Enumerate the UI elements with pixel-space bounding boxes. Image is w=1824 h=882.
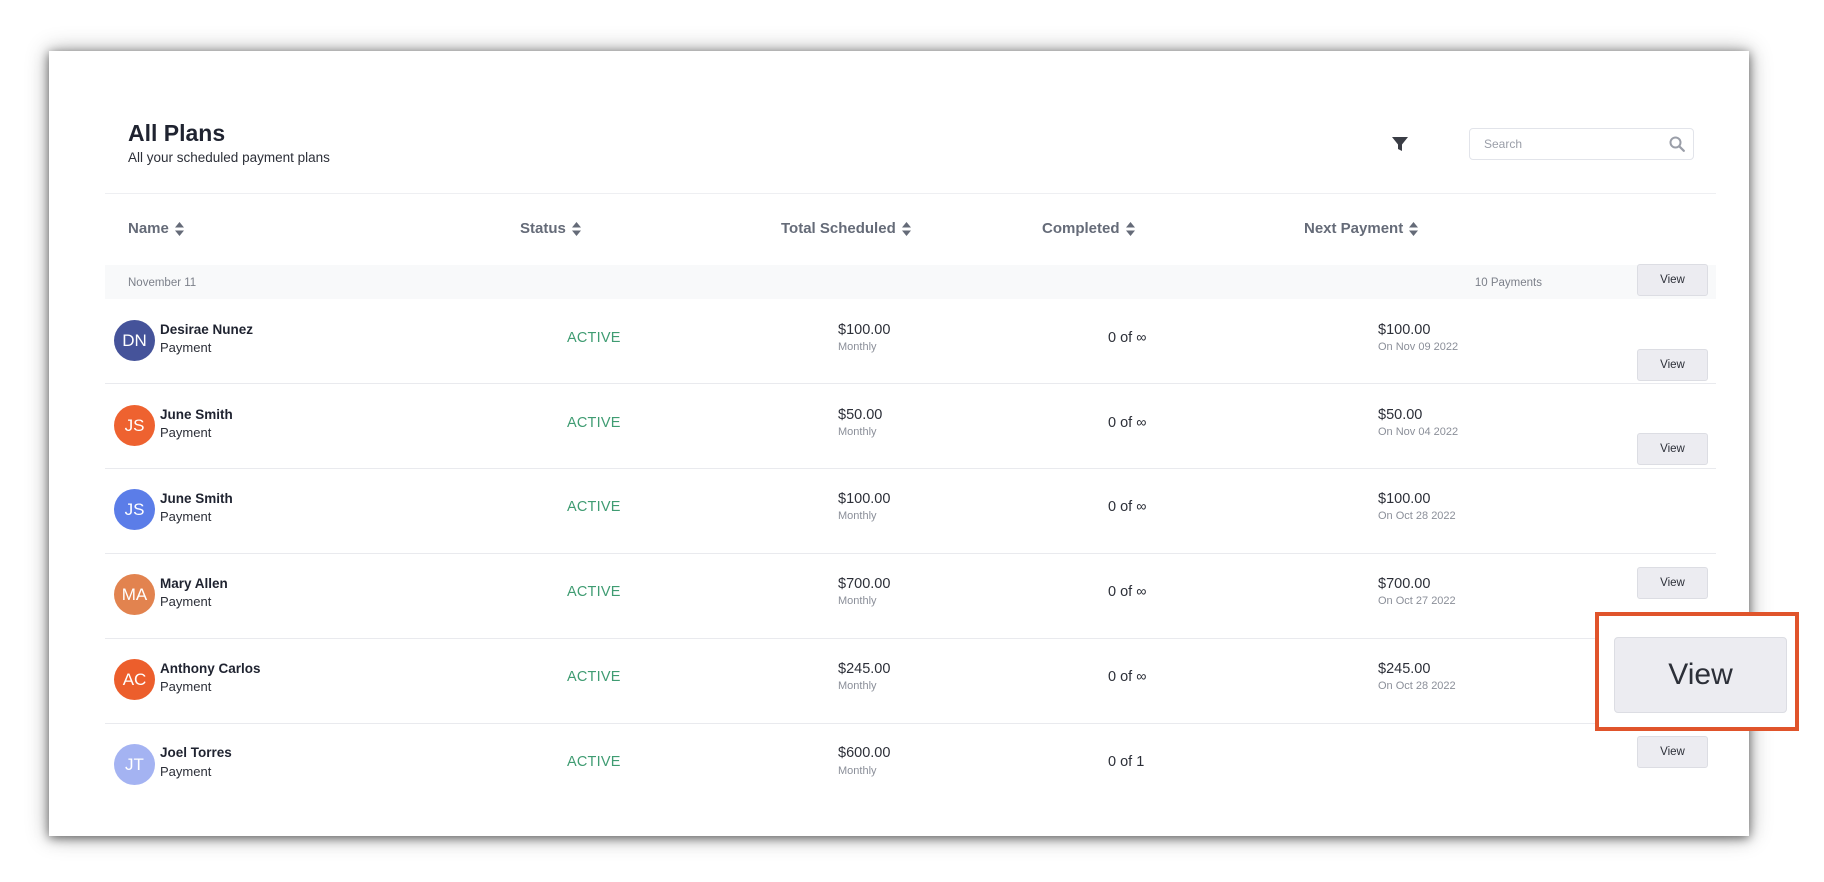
column-header-completed[interactable]: Completed [1042, 220, 1135, 237]
plan-type: Payment [160, 764, 212, 779]
next-payment-amount: $245.00 [1378, 661, 1431, 677]
completed-count: 0 of ∞ [1108, 330, 1147, 346]
plan-type: Payment [160, 340, 212, 355]
next-payment-date: On Oct 27 2022 [1378, 595, 1456, 607]
view-button[interactable]: View [1637, 264, 1708, 296]
avatar-initials: MA [121, 584, 148, 604]
table-row: MA Mary Allen Payment ACTIVE $700.00 Mon… [105, 554, 1716, 639]
total-frequency: Monthly [838, 341, 877, 353]
avatar-initials: JT [125, 754, 144, 774]
view-button[interactable]: View [1637, 349, 1708, 381]
avatar: JS [114, 405, 155, 446]
plan-name: Joel Torres [160, 745, 232, 760]
search-input[interactable] [1470, 129, 1660, 159]
table-row: JT Joel Torres Payment ACTIVE $600.00 Mo… [105, 724, 1716, 809]
column-header-status[interactable]: Status [520, 220, 581, 237]
total-amount: $245.00 [838, 661, 891, 677]
view-button[interactable]: View [1637, 433, 1708, 465]
status-badge: ACTIVE [567, 499, 621, 515]
next-payment-date: On Oct 28 2022 [1378, 510, 1456, 522]
avatar: AC [114, 659, 155, 700]
completed-count: 0 of ∞ [1108, 669, 1147, 685]
sort-icon [174, 221, 184, 236]
plan-type: Payment [160, 679, 212, 694]
completed-count: 0 of 1 [1108, 754, 1145, 770]
column-header-next-payment[interactable]: Next Payment [1304, 220, 1419, 237]
status-badge: ACTIVE [567, 754, 621, 770]
group-payment-count: 10 Payments [1474, 277, 1542, 289]
avatar-initials: JS [124, 499, 145, 519]
group-date: November 11 [128, 277, 197, 289]
total-frequency: Monthly [838, 680, 877, 692]
column-header-label: Status [520, 220, 566, 237]
search-box [1469, 128, 1694, 160]
header-divider [105, 193, 1716, 194]
next-payment-date: On Nov 09 2022 [1378, 341, 1459, 353]
sort-icon [1409, 221, 1419, 236]
plan-type: Payment [160, 509, 212, 524]
plan-type: Payment [160, 594, 212, 609]
sort-icon [571, 221, 581, 236]
page-title: All Plans [128, 120, 226, 146]
avatar: MA [114, 574, 155, 615]
next-payment-amount: $100.00 [1378, 491, 1431, 507]
column-header-label: Next Payment [1304, 220, 1404, 237]
total-frequency: Monthly [838, 765, 877, 777]
total-frequency: Monthly [838, 510, 877, 522]
zoom-callout: View [1595, 612, 1799, 731]
view-button-highlighted[interactable]: View [1614, 637, 1787, 713]
plan-name: Mary Allen [160, 576, 228, 591]
avatar: DN [114, 320, 155, 361]
avatar-initials: DN [122, 330, 147, 350]
next-payment-amount: $700.00 [1378, 576, 1431, 592]
column-header-label: Total Scheduled [781, 220, 896, 237]
total-amount: $600.00 [838, 745, 891, 761]
column-header-total-scheduled[interactable]: Total Scheduled [781, 220, 911, 237]
next-payment-date: On Nov 04 2022 [1378, 426, 1459, 438]
completed-count: 0 of ∞ [1108, 499, 1147, 515]
next-payment-amount: $100.00 [1378, 322, 1431, 338]
plans-card: All Plans All your scheduled payment pla… [49, 51, 1749, 836]
column-header-label: Completed [1042, 220, 1120, 237]
column-header-name[interactable]: Name [128, 220, 184, 237]
filter-icon[interactable] [1391, 135, 1409, 153]
total-amount: $700.00 [838, 576, 891, 592]
total-amount: $100.00 [838, 491, 891, 507]
table-row: DN Desirae Nunez Payment ACTIVE $100.00 … [105, 264, 1716, 384]
plan-name: Anthony Carlos [160, 661, 261, 676]
sort-icon [901, 221, 911, 236]
status-badge: ACTIVE [567, 415, 621, 431]
total-amount: $100.00 [838, 322, 891, 338]
avatar-initials: JS [124, 415, 145, 435]
plan-name: June Smith [160, 407, 233, 422]
plan-type: Payment [160, 425, 212, 440]
next-payment-amount: $50.00 [1378, 407, 1423, 423]
table-row: AC Anthony Carlos Payment ACTIVE $245.00… [105, 639, 1716, 724]
total-frequency: Monthly [838, 595, 877, 607]
status-badge: ACTIVE [567, 330, 621, 346]
avatar-initials: AC [122, 669, 147, 689]
plan-name: June Smith [160, 491, 233, 506]
completed-count: 0 of ∞ [1108, 415, 1147, 431]
sort-icon [1125, 221, 1135, 236]
next-payment-date: On Oct 28 2022 [1378, 680, 1456, 692]
avatar: JS [114, 489, 155, 530]
total-frequency: Monthly [838, 426, 877, 438]
search-icon[interactable] [1669, 136, 1685, 152]
table-row: JS June Smith Payment ACTIVE $100.00 Mon… [105, 433, 1716, 554]
column-header-label: Name [128, 220, 169, 237]
status-badge: ACTIVE [567, 669, 621, 685]
avatar: JT [114, 744, 155, 785]
table-row: JS June Smith Payment ACTIVE $50.00 Mont… [105, 349, 1716, 469]
total-amount: $50.00 [838, 407, 883, 423]
view-button[interactable]: View [1637, 567, 1708, 599]
view-button[interactable]: View [1637, 736, 1708, 768]
completed-count: 0 of ∞ [1108, 584, 1147, 600]
plan-name: Desirae Nunez [160, 322, 254, 337]
page-subtitle: All your scheduled payment plans [128, 150, 330, 165]
status-badge: ACTIVE [567, 584, 621, 600]
